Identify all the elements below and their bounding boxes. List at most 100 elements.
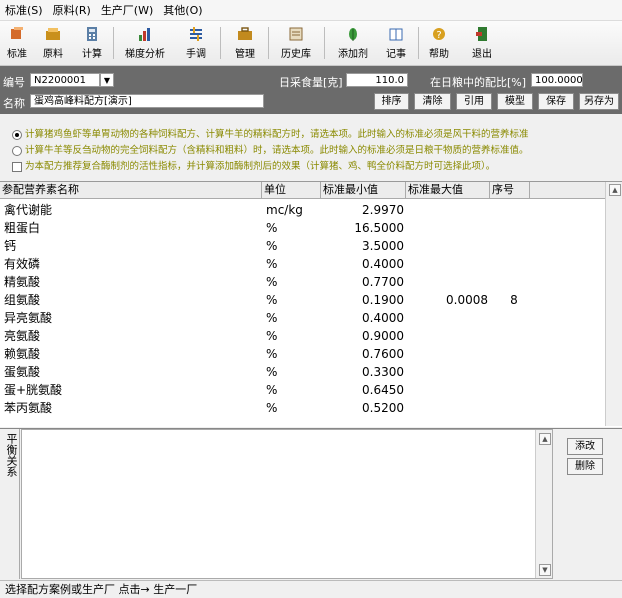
delete-relation-button[interactable]: 删除 [567, 458, 603, 475]
save-button[interactable]: 保存 [538, 93, 574, 110]
table-row[interactable]: 钙% 3.5000 [0, 237, 606, 255]
cell-unit[interactable]: % [266, 363, 321, 381]
cell-min[interactable]: 0.5200 [322, 399, 404, 417]
menu-other[interactable]: 其他(O) [158, 2, 207, 18]
column-header-max[interactable]: 标准最大值 [406, 182, 490, 198]
cell-name[interactable]: 精氨酸 [4, 273, 254, 291]
radio-unchecked-icon[interactable] [12, 145, 22, 156]
scroll-up-icon[interactable]: ▲ [539, 433, 551, 445]
menu-standard[interactable]: 标准(S) [0, 2, 48, 18]
save-as-button[interactable]: 另存为 [579, 93, 619, 110]
toolbar-manage-button[interactable]: 管理 [230, 24, 260, 62]
table-row[interactable]: 粗蛋白% 16.5000 [0, 219, 606, 237]
notes-scrollbar[interactable]: ▲ ▼ [535, 430, 552, 578]
cell-min[interactable]: 0.3300 [322, 363, 404, 381]
table-row[interactable]: 蛋氨酸% 0.3300 [0, 363, 606, 381]
ratio-field[interactable]: 100.0000 [531, 73, 583, 87]
cell-name[interactable]: 蛋氨酸 [4, 363, 254, 381]
table-row[interactable]: 有效磷% 0.4000 [0, 255, 606, 273]
scroll-down-icon[interactable]: ▼ [539, 564, 551, 576]
code-field[interactable]: N2200001 [30, 73, 100, 87]
balance-relation-list[interactable]: ▲ ▼ [21, 429, 553, 579]
cell-name[interactable]: 亮氨酸 [4, 327, 254, 345]
option-monogastric[interactable]: 计算猪鸡鱼虾等单胃动物的各种饲料配方、计算牛羊的精料配方时，请选本项。此时输入的… [12, 126, 529, 140]
toolbar-exit-button[interactable]: 退出 [469, 24, 495, 62]
toolbar-separator [268, 27, 269, 59]
cell-name[interactable]: 苯丙氨酸 [4, 399, 254, 417]
cell-unit[interactable]: % [266, 327, 321, 345]
cell-min[interactable]: 16.5000 [322, 219, 404, 237]
toolbar-standard-button[interactable]: 标准 [4, 24, 30, 62]
table-row[interactable]: 苯丙氨酸% 0.5200 [0, 399, 606, 417]
table-row[interactable]: 亮氨酸% 0.9000 [0, 327, 606, 345]
scroll-up-icon[interactable]: ▲ [609, 184, 621, 196]
cell-min[interactable]: 0.6450 [322, 381, 404, 399]
cell-max[interactable]: 0.0008 [406, 291, 488, 309]
toolbar-history-button[interactable]: 历史库 [276, 24, 316, 62]
toolbar-ingredient-button[interactable]: 原料 [40, 24, 66, 62]
cell-name[interactable]: 禽代谢能 [4, 201, 254, 219]
cell-name[interactable]: 组氨酸 [4, 291, 254, 309]
cell-unit[interactable]: % [266, 345, 321, 363]
toolbar-additive-button[interactable]: 添加剂 [333, 24, 373, 62]
toolbar-calculate-button[interactable]: 计算 [79, 24, 105, 62]
column-header-unit[interactable]: 单位 [262, 182, 321, 198]
cell-min[interactable]: 0.7700 [322, 273, 404, 291]
daily-intake-field[interactable]: 110.0 [346, 73, 408, 87]
table-row[interactable]: 蛋+胱氨酸% 0.6450 [0, 381, 606, 399]
table-row[interactable]: 异亮氨酸% 0.4000 [0, 309, 606, 327]
sort-button[interactable]: 排序 [374, 93, 409, 110]
cell-min[interactable]: 3.5000 [322, 237, 404, 255]
cell-unit[interactable]: % [266, 237, 321, 255]
cell-min[interactable]: 0.7600 [322, 345, 404, 363]
cell-unit[interactable]: % [266, 219, 321, 237]
cell-min[interactable]: 0.4000 [322, 309, 404, 327]
cell-unit[interactable]: % [266, 273, 321, 291]
cell-name[interactable]: 有效磷 [4, 255, 254, 273]
cell-min[interactable]: 2.9970 [322, 201, 404, 219]
cell-name[interactable]: 蛋+胱氨酸 [4, 381, 254, 399]
code-dropdown-button[interactable]: ▼ [100, 73, 114, 87]
cell-name[interactable]: 赖氨酸 [4, 345, 254, 363]
cell-unit[interactable]: % [266, 291, 321, 309]
toolbar-notes-button[interactable]: 记事 [381, 24, 411, 62]
cell-name[interactable]: 异亮氨酸 [4, 309, 254, 327]
edit-relation-button[interactable]: 添改 [567, 438, 603, 455]
menu-ingredient[interactable]: 原料(R) [48, 2, 96, 18]
toolbar-manual-adjust-button[interactable]: 手调 [183, 24, 209, 62]
cell-unit[interactable]: % [266, 255, 321, 273]
cell-min[interactable]: 0.4000 [322, 255, 404, 273]
option-ruminant-text: 计算牛羊等反刍动物的完全饲料配方（含精料和粗料）时，请选本项。此时输入的标准必须… [25, 145, 529, 156]
model-button[interactable]: 模型 [497, 93, 533, 110]
menu-factory[interactable]: 生产厂(W) [96, 2, 158, 18]
notebook-icon [389, 28, 403, 41]
option-ruminant[interactable]: 计算牛羊等反刍动物的完全饲料配方（含精料和粗料）时，请选本项。此时输入的标准必须… [12, 142, 529, 156]
nutrient-standard-table: 参配营养素名称 单位 标准最小值 标准最大值 序号 禽代谢能 mc/kg 2.997… [0, 181, 622, 427]
column-header-seq[interactable]: 序号 [490, 182, 530, 198]
cell-unit[interactable]: % [266, 399, 321, 417]
table-row[interactable]: 精氨酸% 0.7700 [0, 273, 606, 291]
cell-unit[interactable]: % [266, 381, 321, 399]
cell-unit[interactable]: mc/kg [266, 201, 321, 219]
cell-min[interactable]: 0.1900 [322, 291, 404, 309]
table-row[interactable]: 赖氨酸% 0.7600 [0, 345, 606, 363]
clear-button[interactable]: 清除 [414, 93, 451, 110]
cell-unit[interactable]: % [266, 309, 321, 327]
cell-name[interactable]: 钙 [4, 237, 254, 255]
leaf-icon [349, 28, 357, 41]
radio-checked-icon[interactable] [12, 129, 22, 140]
name-field[interactable]: 蛋鸡高峰料配方[演示] [30, 94, 264, 108]
reference-button[interactable]: 引用 [456, 93, 492, 110]
toolbar-help-button[interactable]: ? 帮助 [426, 24, 452, 62]
option-enzyme[interactable]: 为本配方推荐复合酶制剂的活性指标，并计算添加酶制剂后的效果（计算猪、鸡、鸭全价料… [12, 158, 495, 172]
cell-seq[interactable]: 8 [500, 291, 528, 309]
table-row[interactable]: 禽代谢能 mc/kg 2.9970 [0, 201, 606, 219]
column-header-min[interactable]: 标准最小值 [321, 182, 406, 198]
toolbar-gradient-analysis-button[interactable]: 梯度分析 [119, 24, 171, 62]
cell-name[interactable]: 粗蛋白 [4, 219, 254, 237]
cell-min[interactable]: 0.9000 [322, 327, 404, 345]
column-header-name[interactable]: 参配营养素名称 [0, 182, 262, 198]
table-scrollbar[interactable]: ▲ [605, 182, 622, 426]
table-row[interactable]: 组氨酸% 0.1900 0.0008 8 [0, 291, 606, 309]
checkbox-icon[interactable] [12, 161, 22, 172]
